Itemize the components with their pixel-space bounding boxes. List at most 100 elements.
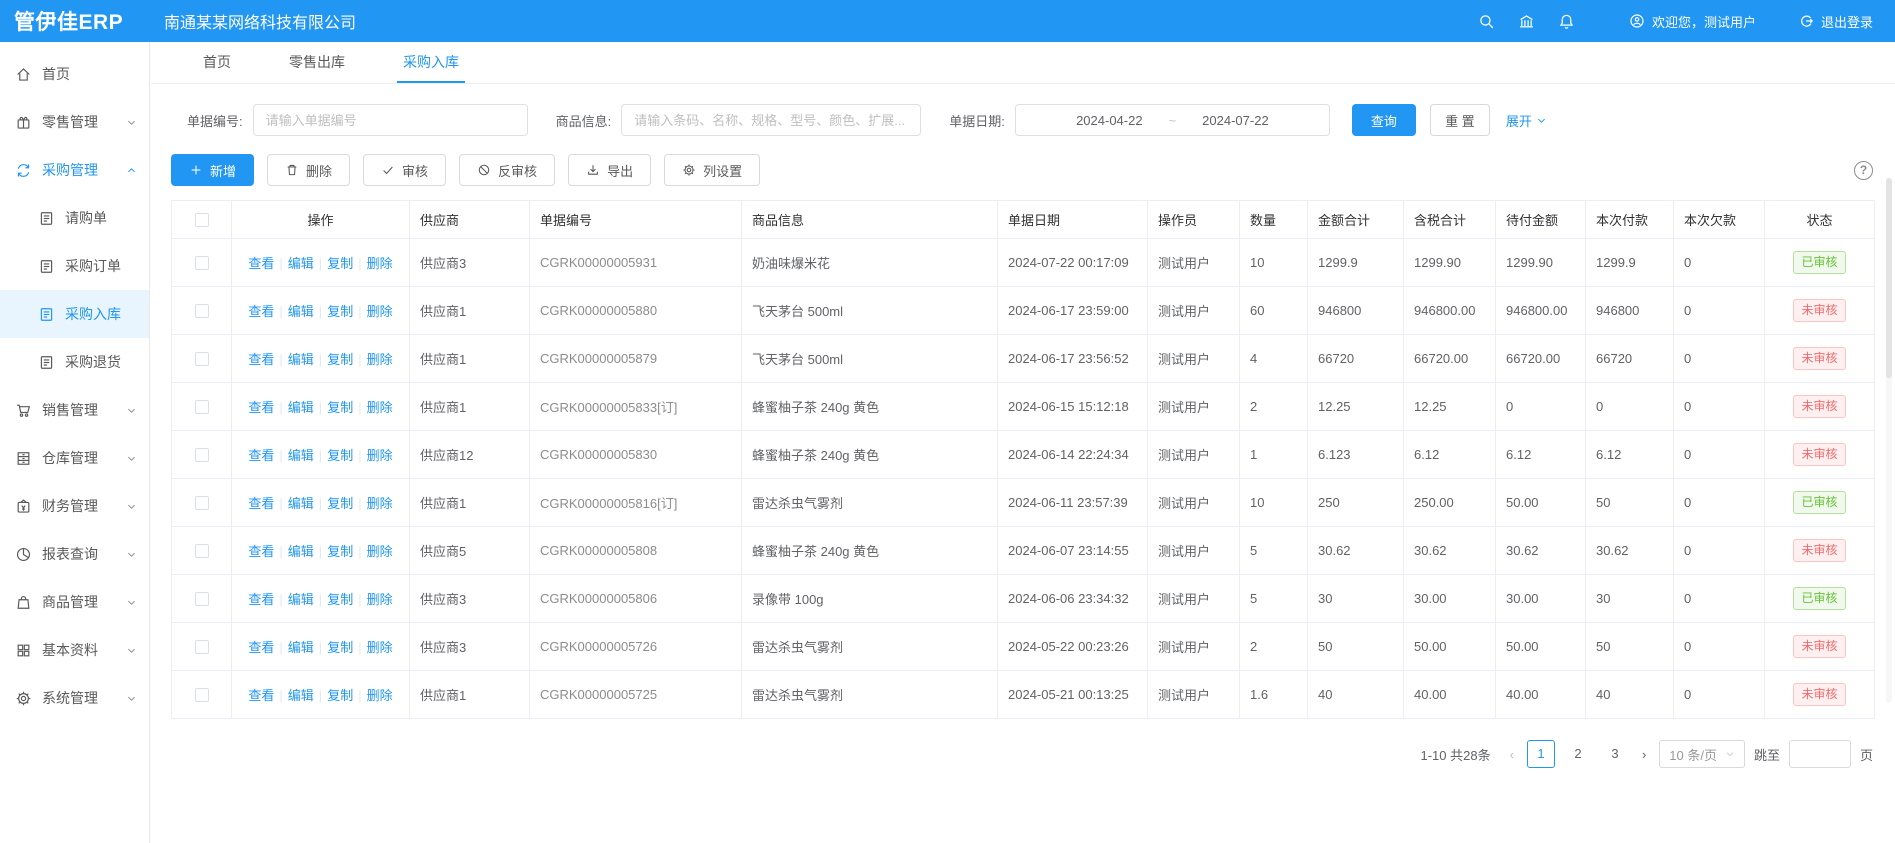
row-checkbox[interactable] [195, 304, 209, 318]
page-button-1[interactable]: 1 [1527, 740, 1555, 768]
delete-link[interactable]: 删除 [367, 352, 393, 367]
edit-link[interactable]: 编辑 [288, 592, 314, 607]
bank-icon[interactable] [1507, 13, 1547, 30]
view-link[interactable]: 查看 [248, 352, 274, 367]
row-checkbox[interactable] [195, 640, 209, 654]
row-checkbox[interactable] [195, 256, 209, 270]
chevron-down-icon [126, 693, 137, 704]
delete-link[interactable]: 删除 [367, 256, 393, 271]
delete-link[interactable]: 删除 [367, 400, 393, 415]
sidebar-item-采购订单[interactable]: 采购订单 [0, 242, 149, 290]
unapprove-button[interactable]: 反审核 [459, 154, 555, 186]
sidebar-item-采购退货[interactable]: 采购退货 [0, 338, 149, 386]
edit-link[interactable]: 编辑 [288, 400, 314, 415]
copy-link[interactable]: 复制 [327, 496, 353, 511]
copy-link[interactable]: 复制 [327, 352, 353, 367]
page-button-2[interactable]: 2 [1564, 740, 1592, 768]
delete-link[interactable]: 删除 [367, 640, 393, 655]
copy-link[interactable]: 复制 [327, 592, 353, 607]
view-link[interactable]: 查看 [248, 400, 274, 415]
row-checkbox[interactable] [195, 400, 209, 414]
sidebar-item-财务管理[interactable]: 财务管理 [0, 482, 149, 530]
row-checkbox[interactable] [195, 688, 209, 702]
select-all-checkbox[interactable] [195, 213, 209, 227]
view-link[interactable]: 查看 [248, 544, 274, 559]
prev-page-icon[interactable]: ‹ [1506, 747, 1518, 762]
approve-button[interactable]: 审核 [363, 154, 446, 186]
sidebar-item-请购单[interactable]: 请购单 [0, 194, 149, 242]
view-link[interactable]: 查看 [248, 592, 274, 607]
order-no-input[interactable] [253, 104, 528, 136]
bell-icon[interactable] [1547, 13, 1587, 30]
copy-link[interactable]: 复制 [327, 256, 353, 271]
row-checkbox[interactable] [195, 592, 209, 606]
current-user[interactable]: 欢迎您，测试用户 [1629, 12, 1756, 31]
jump-page-input[interactable] [1789, 740, 1851, 768]
sidebar-item-采购入库[interactable]: 采购入库 [0, 290, 149, 338]
sidebar-item-报表查询[interactable]: 报表查询 [0, 530, 149, 578]
edit-link[interactable]: 编辑 [288, 688, 314, 703]
copy-link[interactable]: 复制 [327, 304, 353, 319]
copy-link[interactable]: 复制 [327, 544, 353, 559]
edit-link[interactable]: 编辑 [288, 256, 314, 271]
product-info-input[interactable] [621, 104, 921, 136]
view-link[interactable]: 查看 [248, 448, 274, 463]
delete-link[interactable]: 删除 [367, 448, 393, 463]
reset-button[interactable]: 重 置 [1430, 104, 1490, 136]
tab-purchase-inbound[interactable]: 采购入库 [397, 42, 465, 83]
date-range-picker[interactable]: 2024-04-22 ~ 2024-07-22 [1015, 104, 1330, 136]
expand-link[interactable]: 展开 [1506, 111, 1547, 130]
view-link[interactable]: 查看 [248, 496, 274, 511]
view-link[interactable]: 查看 [248, 256, 274, 271]
row-checkbox[interactable] [195, 352, 209, 366]
sidebar-item-基本资料[interactable]: 基本资料 [0, 626, 149, 674]
date-from[interactable]: 2024-04-22 [1076, 113, 1143, 128]
cell-owed: 0 [1674, 239, 1765, 287]
row-checkbox[interactable] [195, 448, 209, 462]
sidebar-item-商品管理[interactable]: 商品管理 [0, 578, 149, 626]
tab-home[interactable]: 首页 [197, 42, 237, 83]
edit-link[interactable]: 编辑 [288, 448, 314, 463]
delete-link[interactable]: 删除 [367, 496, 393, 511]
delete-link[interactable]: 删除 [367, 544, 393, 559]
query-button[interactable]: 查询 [1352, 104, 1416, 136]
export-button[interactable]: 导出 [568, 154, 651, 186]
add-button[interactable]: 新增 [171, 154, 254, 186]
logout-button[interactable]: 退出登录 [1798, 12, 1873, 31]
sidebar-item-首页[interactable]: 首页 [0, 50, 149, 98]
next-page-icon[interactable]: › [1638, 747, 1650, 762]
sidebar-item-系统管理[interactable]: 系统管理 [0, 674, 149, 722]
row-checkbox[interactable] [195, 496, 209, 510]
edit-link[interactable]: 编辑 [288, 496, 314, 511]
page-button-3[interactable]: 3 [1601, 740, 1629, 768]
copy-link[interactable]: 复制 [327, 448, 353, 463]
sidebar-item-零售管理[interactable]: 零售管理 [0, 98, 149, 146]
edit-link[interactable]: 编辑 [288, 544, 314, 559]
page-size-select[interactable]: 10 条/页 [1659, 740, 1745, 768]
delete-link[interactable]: 删除 [367, 592, 393, 607]
copy-link[interactable]: 复制 [327, 400, 353, 415]
view-link[interactable]: 查看 [248, 304, 274, 319]
search-icon[interactable] [1467, 13, 1507, 30]
edit-link[interactable]: 编辑 [288, 304, 314, 319]
delete-link[interactable]: 删除 [367, 304, 393, 319]
cell-due: 6.12 [1496, 431, 1586, 479]
sidebar-item-采购管理[interactable]: 采购管理 [0, 146, 149, 194]
view-link[interactable]: 查看 [248, 640, 274, 655]
column-settings-button[interactable]: 列设置 [664, 154, 760, 186]
copy-link[interactable]: 复制 [327, 640, 353, 655]
view-link[interactable]: 查看 [248, 688, 274, 703]
edit-link[interactable]: 编辑 [288, 640, 314, 655]
date-to[interactable]: 2024-07-22 [1202, 113, 1269, 128]
tab-retail-outbound[interactable]: 零售出库 [283, 42, 351, 83]
help-icon[interactable]: ? [1854, 161, 1873, 180]
edit-link[interactable]: 编辑 [288, 352, 314, 367]
row-checkbox[interactable] [195, 544, 209, 558]
copy-link[interactable]: 复制 [327, 688, 353, 703]
sidebar-item-销售管理[interactable]: 销售管理 [0, 386, 149, 434]
delete-link[interactable]: 删除 [367, 688, 393, 703]
sidebar-item-仓库管理[interactable]: 仓库管理 [0, 434, 149, 482]
delete-button[interactable]: 删除 [267, 154, 350, 186]
table-scrollbar[interactable] [1886, 178, 1892, 703]
table-row: 查看|编辑|复制|删除 供应商3 CGRK00000005931 奶油味爆米花 … [172, 239, 1875, 287]
